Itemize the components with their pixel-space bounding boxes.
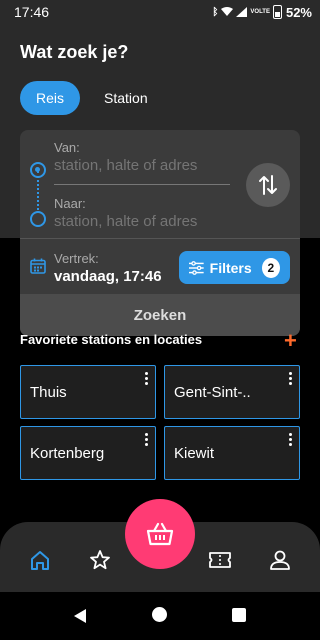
wifi-icon	[221, 7, 234, 16]
page-title: Wat zoek je?	[20, 42, 129, 62]
favorite-tile-thuis[interactable]: Thuis	[20, 365, 156, 419]
favorites-title: Favoriete stations en locaties	[20, 332, 203, 347]
favorite-label: Kiewit	[174, 444, 215, 462]
favorite-label: Kortenberg	[30, 444, 105, 462]
back-icon[interactable]	[73, 608, 87, 624]
nav-home[interactable]	[28, 548, 52, 572]
battery-percent: 52%	[285, 4, 312, 20]
departure-value[interactable]: vandaag, 17:46	[54, 268, 162, 285]
field-divider	[54, 184, 230, 185]
swap-icon	[259, 175, 277, 195]
calendar-icon	[30, 258, 46, 274]
more-options-icon[interactable]	[145, 372, 148, 385]
more-options-icon[interactable]	[289, 372, 292, 385]
search-button[interactable]: Zoeken	[20, 294, 300, 336]
favorite-tile-kiewit[interactable]: Kiewit	[164, 426, 300, 480]
filters-label: Filters	[209, 259, 252, 276]
basket-icon	[146, 522, 174, 546]
recent-apps-icon[interactable]	[232, 608, 246, 622]
favorite-label: Gent-Sint-..	[174, 383, 251, 401]
favorite-tile-gent[interactable]: Gent-Sint-..	[164, 365, 300, 419]
status-time: 17:46	[14, 4, 50, 20]
journey-search-card: Van: Naar: Vertrek: vandaag, 17:46 Filte…	[20, 130, 300, 336]
to-label: Naar:	[54, 196, 86, 211]
departure-label: Vertrek:	[54, 251, 99, 266]
status-bar: 17:46 ᛒ VOLTE 52%	[0, 0, 320, 24]
more-options-icon[interactable]	[145, 433, 148, 446]
to-input[interactable]	[54, 213, 234, 230]
home-button-icon[interactable]	[152, 607, 167, 622]
nav-tickets[interactable]	[208, 548, 232, 572]
favorite-label: Thuis	[30, 383, 67, 401]
destination-dot-icon	[30, 211, 46, 227]
from-input[interactable]	[54, 157, 234, 174]
status-icons: ᛒ VOLTE 52%	[212, 5, 312, 20]
tab-reis[interactable]: Reis	[20, 81, 81, 115]
favorite-tile-kortenberg[interactable]: Kortenberg	[20, 426, 156, 480]
tab-station[interactable]: Station	[88, 81, 164, 115]
nav-profile[interactable]	[268, 548, 292, 572]
bluetooth-icon: ᛒ	[212, 6, 219, 18]
from-label: Van:	[54, 140, 80, 155]
search-type-tabs: Reis Station	[20, 81, 164, 115]
ticket-icon	[209, 552, 231, 568]
user-icon	[270, 550, 290, 570]
swap-button[interactable]	[246, 163, 290, 207]
home-icon	[31, 551, 49, 570]
signal-icon	[236, 7, 248, 17]
more-options-icon[interactable]	[289, 433, 292, 446]
sliders-icon	[189, 260, 204, 275]
star-icon	[90, 550, 110, 570]
filters-count-badge: 2	[261, 257, 280, 278]
nav-favorites[interactable]	[88, 548, 112, 572]
battery-icon	[272, 5, 282, 19]
add-favorite-icon[interactable]: +	[284, 330, 297, 352]
route-line	[37, 171, 39, 210]
volte-label: VOLTE	[250, 9, 270, 15]
card-divider	[20, 238, 300, 239]
basket-button[interactable]	[125, 499, 195, 569]
filters-button[interactable]: Filters 2	[179, 251, 290, 284]
